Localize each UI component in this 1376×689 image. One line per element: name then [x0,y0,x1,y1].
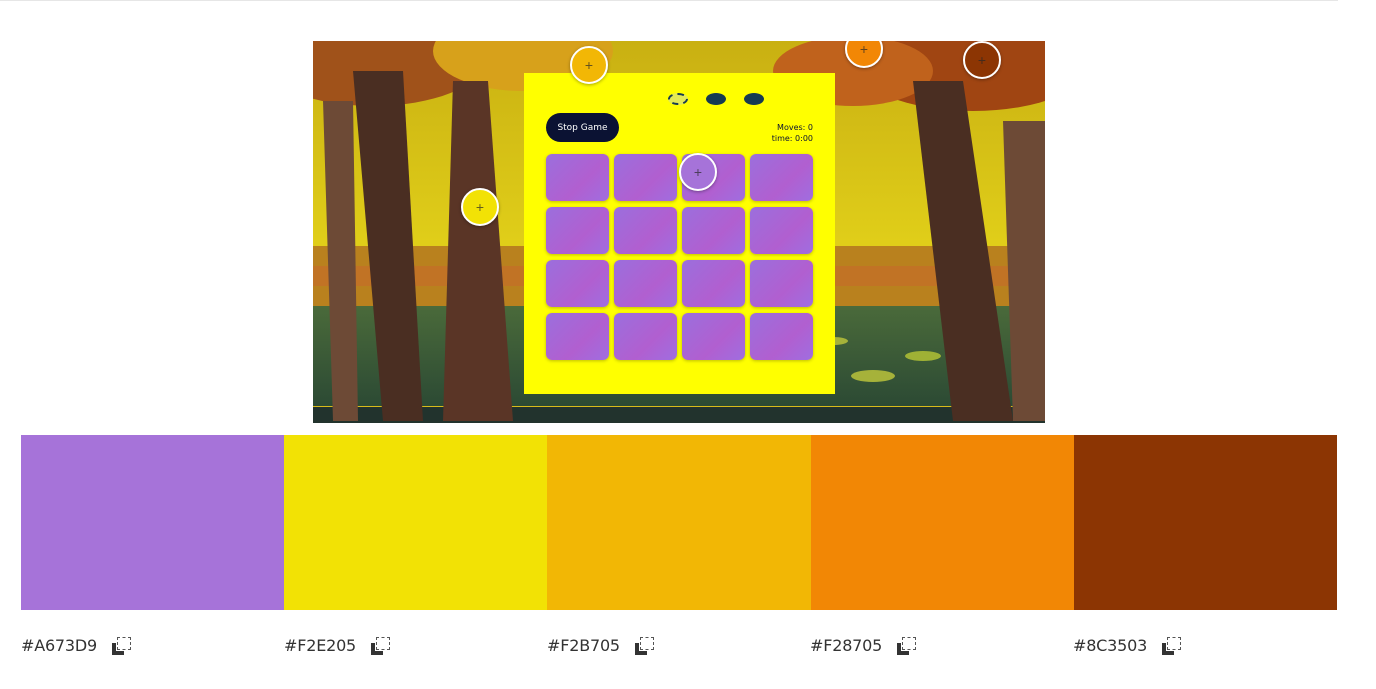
palette-swatches [21,435,1338,610]
swatch[interactable] [810,435,1074,610]
memory-tile[interactable] [546,207,609,254]
level-dot[interactable] [706,93,726,105]
hex-code-item: #A673D9 [21,636,131,655]
plus-icon: + [584,57,594,73]
copy-icon[interactable] [634,636,654,655]
hex-code-item: #8C3503 [1073,636,1182,655]
plus-icon: + [475,199,485,215]
card-grid [546,154,813,360]
swatch[interactable] [21,435,285,610]
memory-tile[interactable] [682,207,745,254]
swatch[interactable] [284,435,548,610]
color-picker-handle-purple[interactable]: + [679,153,717,191]
color-picker-handle-brown[interactable]: + [963,41,1001,79]
memory-tile[interactable] [614,313,677,360]
memory-tile[interactable] [546,260,609,307]
hex-code-item: #F2B705 [547,636,654,655]
memory-tile[interactable] [750,154,813,201]
stop-game-button[interactable]: Stop Game [546,113,619,142]
copy-icon[interactable] [111,636,131,655]
memory-game-card: Stop Game Moves: 0 time: 0:00 [524,73,835,394]
time-counter: time: 0:00 [771,134,813,143]
hex-code[interactable]: #F28705 [810,636,882,655]
hex-code-item: #F28705 [810,636,917,655]
game-stats: Moves: 0 time: 0:00 [772,122,813,144]
memory-tile[interactable] [750,260,813,307]
color-picker-handle-yellow[interactable]: + [461,188,499,226]
copy-icon[interactable] [370,636,391,655]
swatch[interactable] [547,435,811,610]
memory-tile[interactable] [546,154,609,201]
top-divider [0,0,1338,1]
hex-code[interactable]: #A673D9 [21,636,97,655]
moves-counter: Moves: 0 [777,123,813,132]
hex-code[interactable]: #8C3503 [1073,636,1147,655]
hex-code[interactable]: #F2E205 [284,636,356,655]
copy-icon[interactable] [1161,636,1182,655]
level-dot[interactable] [668,93,688,105]
memory-tile[interactable] [750,313,813,360]
memory-tile[interactable] [614,260,677,307]
plus-icon: + [859,41,869,57]
memory-tile[interactable] [546,313,609,360]
hex-codes-row: #A673D9 #F2E205 #F2B705 #F28705 #8C3503 [0,636,1376,660]
memory-tile[interactable] [682,313,745,360]
hex-code[interactable]: #F2B705 [547,636,620,655]
memory-tile[interactable] [682,260,745,307]
level-dot[interactable] [744,93,764,105]
level-indicator [668,93,764,105]
source-image: Stop Game Moves: 0 time: 0:00 + + + + + [313,41,1045,423]
plus-icon: + [693,164,703,180]
memory-tile[interactable] [750,207,813,254]
memory-tile[interactable] [614,207,677,254]
hex-code-item: #F2E205 [284,636,391,655]
copy-icon[interactable] [896,636,917,655]
plus-icon: + [977,52,987,68]
swatch[interactable] [1073,435,1338,610]
memory-tile[interactable] [614,154,677,201]
color-picker-handle-amber[interactable]: + [570,46,608,84]
